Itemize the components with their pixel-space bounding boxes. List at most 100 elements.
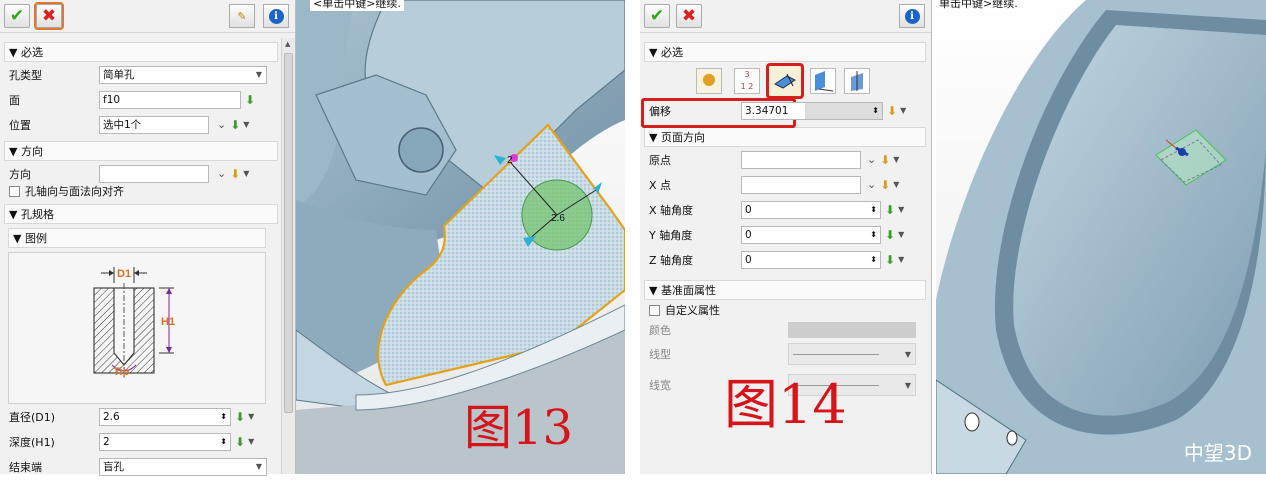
face-field[interactable]: f10	[99, 90, 241, 109]
pick-icon[interactable]: ⬇	[245, 93, 255, 107]
info-button[interactable]: i	[263, 4, 289, 28]
expand-icon[interactable]: ⌄	[217, 118, 226, 131]
dimension-label[interactable]: 2.6	[551, 213, 565, 224]
offset-value: 3.34701	[745, 104, 789, 117]
cancel-button[interactable]: ✖	[676, 4, 702, 28]
hole-type-value: 简单孔	[103, 69, 135, 81]
zangle-value: 0	[745, 253, 752, 266]
zangle-field[interactable]: 0 ⬍	[741, 250, 881, 269]
datum-angle-glyph	[815, 71, 834, 92]
diameter-field[interactable]: 2.6 ⬍	[99, 407, 231, 426]
pick-icon[interactable]: ⬇	[887, 104, 897, 118]
custom-attr-checkbox[interactable]	[649, 304, 660, 316]
pick-icon[interactable]: ⬇	[885, 253, 895, 267]
datum-angle-icon[interactable]	[810, 68, 836, 94]
pick-icon[interactable]: ⬇	[230, 118, 240, 132]
scroll-up-icon[interactable]: ▲	[285, 40, 290, 48]
pick-icon[interactable]: ⬇	[885, 203, 895, 217]
confirm-button[interactable]: ✔	[4, 4, 30, 28]
pick-icon[interactable]: ⬇	[880, 178, 890, 192]
datum-normal-icon[interactable]	[844, 68, 870, 94]
expand-icon[interactable]: ⌄	[867, 153, 876, 166]
cancel-button[interactable]: ✖	[34, 2, 64, 30]
spin-icon[interactable]: ⬍	[872, 106, 879, 115]
dimension-label[interactable]: 2	[507, 155, 513, 166]
figure-caption: 图13	[464, 400, 574, 456]
pick-icon[interactable]: ⬇	[885, 228, 895, 242]
xangle-label: X 轴角度	[649, 203, 694, 217]
confirm-button[interactable]: ✔	[644, 4, 670, 28]
viewport-right[interactable]: 单击中键>继续. 中望3D	[936, 0, 1266, 474]
spin-icon[interactable]: ⬍	[870, 230, 877, 239]
direction-field[interactable]	[99, 164, 209, 183]
dropdown-icon[interactable]: ▼	[243, 120, 249, 129]
check-icon: ✔	[649, 6, 665, 26]
offset-row: 偏移 3.34701 ⬍ ⬇ ▼	[640, 98, 930, 123]
cancel-icon: ✖	[41, 6, 57, 26]
yangle-field[interactable]: 0 ⬍	[741, 225, 881, 244]
custom-attr-row: 自定义属性	[640, 300, 930, 320]
viewport-left[interactable]: 2 2.6 <单击中键>继续. 图13	[296, 0, 625, 474]
model-render-left: 2 2.6	[296, 0, 625, 474]
datum-3points-icon[interactable]: 31 2	[734, 68, 760, 94]
datum-offset-plane-icon[interactable]	[766, 63, 804, 99]
xpoint-field[interactable]	[741, 175, 861, 194]
offset-field[interactable]: 3.34701 ⬍	[741, 101, 883, 120]
position-row: 位置 选中1个 ⌄ ⬇ ▼	[0, 112, 282, 137]
brush-button[interactable]: ✎	[229, 4, 255, 28]
section-legend[interactable]: ▼ 图例	[8, 228, 266, 248]
section-spec[interactable]: ▼ 孔规格	[4, 204, 278, 224]
section-plane-direction[interactable]: ▼ 页面方向	[644, 127, 926, 147]
spin-icon[interactable]: ⬍	[870, 205, 877, 214]
dropdown-icon[interactable]: ▼	[248, 412, 254, 421]
section-required[interactable]: ▼ 必选	[644, 42, 926, 62]
expand-icon[interactable]: ⌄	[867, 178, 876, 191]
depth-value: 2	[103, 435, 110, 448]
panel-scrollbar[interactable]: ▲	[281, 38, 295, 474]
xangle-field[interactable]: 0 ⬍	[741, 200, 881, 219]
dropdown-icon[interactable]: ▼	[898, 230, 904, 239]
spin-icon[interactable]: ⬍	[870, 255, 877, 264]
dropdown-icon[interactable]: ▼	[893, 180, 899, 189]
expand-icon[interactable]: ⌄	[217, 167, 226, 180]
figure-caption: 图14	[724, 373, 847, 436]
pick-icon[interactable]: ⬇	[880, 153, 890, 167]
dropdown-icon[interactable]: ▼	[243, 169, 249, 178]
spin-icon[interactable]: ⬍	[220, 437, 227, 446]
offset-label: 偏移	[649, 104, 671, 118]
xangle-value: 0	[745, 203, 752, 216]
dropdown-icon: ▼	[904, 349, 911, 359]
depth-field[interactable]: 2 ⬍	[99, 432, 231, 451]
yangle-value: 0	[745, 228, 752, 241]
align-checkbox[interactable]	[9, 185, 20, 197]
diameter-label: 直径(D1)	[9, 410, 56, 424]
section-attributes[interactable]: ▼ 基准面属性	[644, 280, 926, 300]
hole-type-select[interactable]: 简单孔 ▼	[99, 65, 267, 84]
face-label: 面	[9, 93, 20, 107]
pick-icon[interactable]: ⬇	[230, 167, 240, 181]
section-title: 必选	[660, 46, 683, 59]
pick-icon[interactable]: ⬇	[235, 410, 245, 424]
spin-icon[interactable]: ⬍	[220, 412, 227, 421]
info-button[interactable]: i	[899, 4, 925, 28]
origin-field[interactable]	[741, 150, 861, 169]
position-field[interactable]: 选中1个	[99, 115, 209, 134]
color-swatch	[788, 322, 916, 338]
dropdown-icon[interactable]: ▼	[898, 255, 904, 264]
align-row: 孔轴向与面法向对齐	[0, 182, 282, 200]
dropdown-icon[interactable]: ▼	[248, 437, 254, 446]
end-select[interactable]: 盲孔 ▼	[99, 457, 267, 476]
yangle-row: Y 轴角度 0 ⬍ ⬇ ▼	[640, 222, 930, 247]
origin-row: 原点 ⌄ ⬇ ▼	[640, 147, 930, 172]
section-title: 基准面属性	[660, 284, 716, 297]
scrollbar-thumb[interactable]	[284, 53, 293, 413]
datum-normal-glyph	[851, 71, 863, 91]
end-value: 盲孔	[103, 461, 124, 473]
dropdown-icon[interactable]: ▼	[900, 106, 906, 115]
datum-bulb-icon[interactable]: ●	[696, 68, 722, 94]
dropdown-icon[interactable]: ▼	[898, 205, 904, 214]
pick-icon[interactable]: ⬇	[235, 435, 245, 449]
dropdown-icon[interactable]: ▼	[893, 155, 899, 164]
section-direction[interactable]: ▼ 方向	[4, 141, 278, 161]
section-required[interactable]: ▼ 必选	[4, 42, 278, 62]
